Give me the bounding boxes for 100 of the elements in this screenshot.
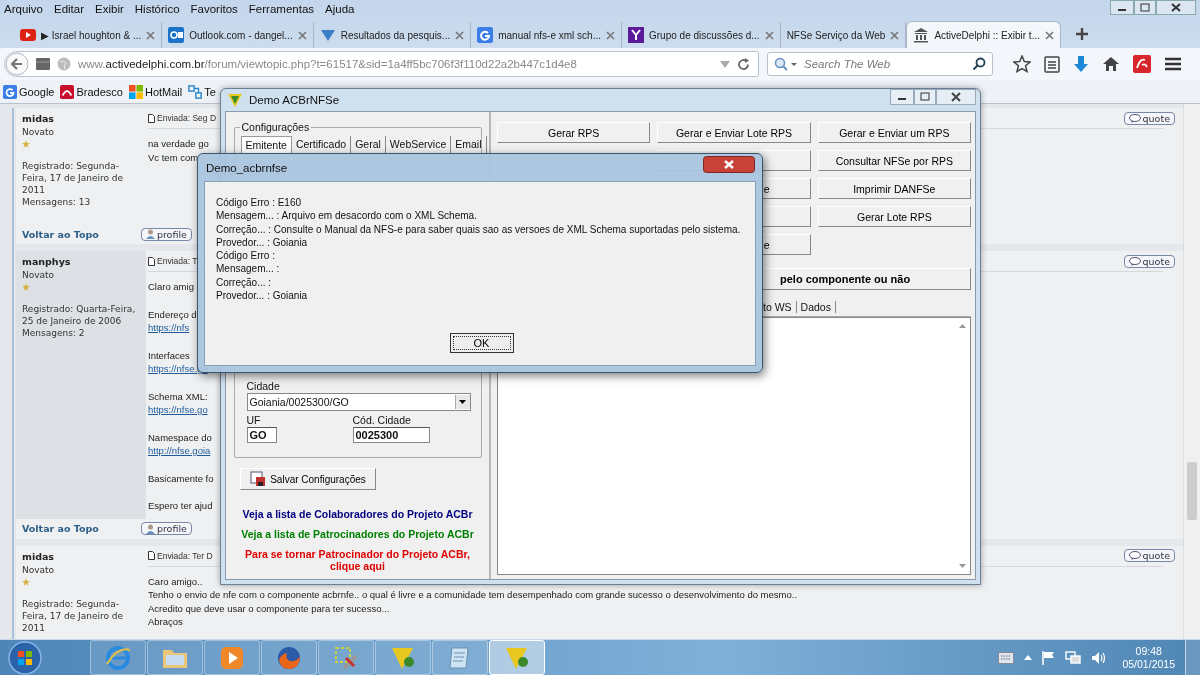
menu-item[interactable]: Favoritos: [190, 3, 238, 15]
grid-icon[interactable]: [36, 58, 50, 70]
message-line: Mensagem... :: [216, 262, 281, 276]
taskbar-button[interactable]: [489, 640, 545, 675]
menu-icon[interactable]: [1164, 56, 1182, 72]
scroll-up-icon[interactable]: [958, 324, 966, 328]
close-tab-icon[interactable]: [146, 30, 156, 40]
menu-item[interactable]: Arquivo: [4, 3, 43, 15]
project-link[interactable]: Para se tornar Patrocinador do Projeto ACBr, clique aqui: [237, 548, 478, 572]
save-icon: [250, 471, 267, 487]
taskbar-button[interactable]: [147, 640, 203, 675]
city-dropdown[interactable]: Goiania/0025300/GO: [246, 393, 471, 411]
post-link[interactable]: https://nfs: [148, 321, 190, 335]
home-icon[interactable]: [1102, 56, 1120, 72]
keyboard-icon[interactable]: [998, 651, 1015, 664]
dropdown-icon[interactable]: [720, 60, 730, 68]
menu-item[interactable]: Exibir: [95, 3, 124, 15]
profile-button[interactable]: profile: [140, 522, 192, 535]
clock-date[interactable]: 05/01/2015: [1122, 657, 1175, 671]
bookmark[interactable]: HotMail: [128, 84, 183, 99]
ok-button[interactable]: OK: [449, 333, 514, 353]
menu-item[interactable]: Editar: [54, 3, 85, 15]
taskbar-button[interactable]: [90, 640, 146, 675]
network-icon[interactable]: [1065, 650, 1082, 665]
settings-tab[interactable]: Emitente: [240, 136, 292, 153]
minimize-icon[interactable]: [890, 89, 914, 105]
taskbar-button[interactable]: [261, 640, 317, 675]
speech-bubble-icon: [1128, 256, 1141, 266]
post-text: Abraços: [148, 615, 183, 629]
search-bar[interactable]: Search The Web: [767, 52, 993, 76]
scrollbar[interactable]: [1183, 104, 1200, 639]
back-to-top-link[interactable]: Voltar ao Topo: [22, 228, 99, 240]
result-tab[interactable]: Dados: [796, 301, 836, 313]
show-desktop-button[interactable]: [1185, 640, 1200, 675]
flag-icon[interactable]: [1042, 650, 1056, 665]
clipboard-icon[interactable]: [1044, 55, 1060, 73]
action-button[interactable]: Gerar e Enviar Lote RPS: [657, 122, 811, 143]
star-icon: [22, 140, 30, 148]
profile-button[interactable]: profile: [140, 227, 192, 241]
taskbar-button[interactable]: [318, 640, 374, 675]
star-icon[interactable]: [1013, 55, 1031, 73]
close-icon[interactable]: [703, 156, 755, 173]
v-icon: [319, 27, 336, 43]
action-button[interactable]: Consultar NFSe por RPS: [817, 150, 971, 171]
post-text: Acredito que deve usar o componente para ter sucesso...: [148, 601, 390, 615]
close-tab-icon[interactable]: [297, 30, 307, 40]
menu-item[interactable]: Histórico: [134, 3, 180, 15]
city-code-field[interactable]: 0025300: [352, 427, 430, 443]
start-button[interactable]: [6, 640, 44, 675]
close-tab-icon[interactable]: [606, 30, 615, 40]
taskbar-button[interactable]: [204, 640, 260, 675]
expand-tray-icon[interactable]: [1024, 655, 1033, 660]
clock-time[interactable]: 09:48: [1135, 644, 1162, 658]
minimize-icon[interactable]: [1110, 0, 1134, 15]
close-tab-icon[interactable]: [1044, 30, 1054, 40]
close-tab-icon[interactable]: [764, 30, 774, 40]
user-rank: Novato: [22, 563, 56, 577]
close-tab-icon[interactable]: [890, 30, 900, 40]
search-input[interactable]: Search The Web: [802, 57, 968, 71]
bookmark[interactable]: Te: [188, 84, 216, 99]
action-button[interactable]: Gerar RPS: [497, 122, 651, 143]
post-link[interactable]: https://nfse.go: [148, 403, 208, 417]
close-icon[interactable]: [1156, 0, 1196, 15]
action-button[interactable]: Gerar e Enviar um RPS: [817, 122, 971, 143]
reload-icon[interactable]: [737, 57, 750, 71]
post-link[interactable]: http://nfse.goia: [148, 444, 211, 458]
state-field[interactable]: GO: [246, 427, 277, 443]
post-date: Enviada: Seg D: [157, 113, 217, 123]
post-text: Claro amig: [148, 280, 194, 294]
action-button[interactable]: Gerar Lote RPS: [817, 206, 971, 227]
back-to-top-link[interactable]: Voltar ao Topo: [22, 523, 99, 534]
taskbar-button[interactable]: [432, 640, 488, 675]
project-link[interactable]: Veja a lista de Colaboradores do Projeto ACBr: [237, 508, 478, 520]
back-icon[interactable]: [5, 52, 29, 76]
browser-tab[interactable]: ActiveDelphi :: Exibir t...: [906, 21, 1061, 48]
quote-button[interactable]: quote: [1123, 254, 1175, 268]
menu-item[interactable]: Ajuda: [325, 3, 355, 15]
message-line: Provedor... : Goiania: [216, 235, 309, 250]
address-bar[interactable]: www.activedelphi.com.br/forum/viewtopic.php?t=61517&sid=1a4ff5bc706f3f110d22a2b447c1d4e8: [4, 51, 759, 77]
close-tab-icon[interactable]: [455, 30, 465, 40]
action-button[interactable]: Imprimir DANFSe: [817, 178, 971, 199]
download-icon[interactable]: [1073, 55, 1089, 73]
nodes-icon: [188, 84, 203, 99]
scroll-down-icon[interactable]: [958, 564, 966, 568]
menu-item[interactable]: Ferramentas: [248, 3, 315, 15]
bookmark[interactable]: Bradesco: [60, 84, 123, 99]
save-button[interactable]: Salvar Configurações: [240, 468, 376, 490]
taskbar-button[interactable]: [375, 640, 431, 675]
document-icon: [148, 256, 155, 266]
post-text: Endereço d: [148, 307, 197, 321]
quote-button[interactable]: quote: [1123, 549, 1175, 562]
project-link[interactable]: Veja a lista de Patrocinadores do Projeto ACBr: [237, 528, 478, 540]
search-engine-icon[interactable]: [774, 57, 798, 71]
close-icon[interactable]: [936, 89, 976, 105]
new-tab-icon[interactable]: [1074, 27, 1089, 41]
quote-button[interactable]: quote: [1123, 111, 1175, 125]
search-icon[interactable]: [972, 57, 986, 71]
speaker-icon[interactable]: [1091, 650, 1107, 665]
app-logo-icon: [227, 92, 243, 108]
bookmark[interactable]: Google: [3, 84, 55, 99]
